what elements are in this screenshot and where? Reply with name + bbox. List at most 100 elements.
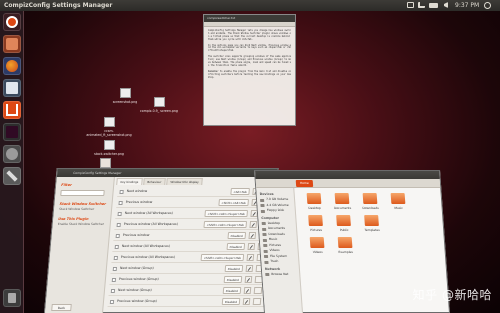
path-bar-home[interactable]: Home xyxy=(295,180,314,187)
edit-icon[interactable] xyxy=(244,276,253,283)
keybinding-value[interactable]: Disabled xyxy=(223,276,243,283)
filter-input[interactable] xyxy=(60,190,105,196)
desktop: CompizConfig Settings Manager 9:37 PM sc… xyxy=(0,0,500,313)
image-file-icon xyxy=(153,97,165,107)
image-file-icon xyxy=(99,158,111,168)
keybinding-checkbox[interactable] xyxy=(113,256,118,260)
keybinding-checkbox[interactable] xyxy=(114,245,119,249)
volume-icon[interactable] xyxy=(442,0,448,11)
folder-item[interactable]: Documents xyxy=(329,193,356,210)
keybinding-checkbox[interactable] xyxy=(115,234,120,238)
folder-icon xyxy=(362,193,378,204)
document-body[interactable]: CompizConfig Settings Manager lets you c… xyxy=(204,27,295,125)
tab-behaviour[interactable]: Behaviour xyxy=(143,178,166,185)
ccsm-tabs: Key bindings Behaviour Window title displa… xyxy=(116,178,204,185)
keybinding-value[interactable]: <Shift><Alt><Super>Tab xyxy=(204,210,249,217)
network-icon[interactable] xyxy=(418,0,425,11)
libreoffice-icon[interactable] xyxy=(3,79,21,97)
edit-icon[interactable] xyxy=(246,254,255,261)
ubuntu-one-icon[interactable] xyxy=(3,101,21,119)
desktop-file-icon[interactable]: compiz-0.9_ screen.png xyxy=(134,97,184,113)
top-panel: CompizConfig Settings Manager 9:37 PM xyxy=(0,0,500,11)
power-icon[interactable] xyxy=(484,0,491,11)
edit-icon[interactable] xyxy=(247,243,256,250)
keybinding-checkbox[interactable] xyxy=(118,201,123,205)
desktop-file-icon[interactable]: ccsm-animated_ft_screenshot.png xyxy=(84,117,134,137)
ccsm-window[interactable]: CompizConfig Settings Manager Filter Sta… xyxy=(44,168,279,313)
folder-item[interactable]: Templates xyxy=(358,215,385,232)
back-button[interactable]: Back xyxy=(51,304,72,311)
folder-item[interactable]: Desktop xyxy=(301,193,328,210)
keybinding-value[interactable]: Disabled xyxy=(226,243,246,250)
keybinding-row: Previous window (Group) Disabled xyxy=(109,274,269,285)
keybinding-row: Next window (All Workspaces) Disabled xyxy=(112,241,272,252)
keybinding-value[interactable]: <Alt>Tab xyxy=(230,188,250,195)
folder-item[interactable]: Videos xyxy=(304,237,331,254)
enable-plugin-checkbox[interactable]: Enable Stack Window Switcher xyxy=(58,222,105,226)
folder-item[interactable]: Pictures xyxy=(302,215,329,232)
desktop-file-icon[interactable]: stack-switcher.png xyxy=(84,140,134,156)
folder-icon xyxy=(337,237,353,248)
keybinding-checkbox[interactable] xyxy=(112,267,118,271)
edit-icon[interactable] xyxy=(248,232,257,239)
keybinding-checkbox[interactable] xyxy=(116,223,121,227)
sidebar-item[interactable]: Trash xyxy=(264,259,295,265)
keybinding-checkbox[interactable] xyxy=(119,190,124,194)
edit-icon[interactable] xyxy=(243,287,252,294)
places-sidebar: Devices 7.0 GB Volume 4.4 GB Volume Flop… xyxy=(256,188,304,313)
reset-button[interactable] xyxy=(252,298,262,305)
keybinding-row: Next window (Group) Disabled xyxy=(110,263,270,274)
tab-window-title-display[interactable]: Window title display xyxy=(166,178,204,185)
folder-item[interactable]: Downloads xyxy=(357,193,384,210)
plugin-subtitle: Stack Window Switcher xyxy=(58,207,95,211)
edit-icon[interactable] xyxy=(249,221,258,228)
dash-icon[interactable] xyxy=(3,13,21,31)
keybinding-checkbox[interactable] xyxy=(109,300,115,304)
folder-icon xyxy=(306,193,322,204)
filter-label: Filter xyxy=(61,183,72,187)
keybinding-value[interactable]: <Shift><Alt><Super>Tab xyxy=(203,221,248,228)
watermark: 知乎 @新哈哈 xyxy=(412,288,492,302)
home-folder-icon[interactable] xyxy=(3,35,21,53)
image-file-icon xyxy=(103,117,115,127)
tab-key-bindings[interactable]: Key bindings xyxy=(116,178,143,185)
folder-item[interactable]: Public xyxy=(330,215,357,232)
image-file-icon xyxy=(103,140,115,150)
keybinding-value[interactable]: Disabled xyxy=(224,265,244,272)
keybinding-checkbox[interactable] xyxy=(117,212,122,216)
edit-icon[interactable] xyxy=(245,265,254,272)
terminal-icon[interactable] xyxy=(3,123,21,141)
tools-icon[interactable] xyxy=(3,167,21,185)
clock[interactable]: 9:37 PM xyxy=(455,0,479,11)
edit-icon[interactable] xyxy=(242,298,251,305)
keybinding-value[interactable]: Disabled xyxy=(221,298,241,305)
system-settings-icon[interactable] xyxy=(3,145,21,163)
keybinding-row: Previous window (Group) Disabled xyxy=(107,296,267,307)
window-titlebar[interactable]: compizswitcher.txt xyxy=(204,15,295,22)
folder-item[interactable]: Music xyxy=(385,193,412,210)
text-editor-window[interactable]: compizswitcher.txt CompizConfig Settings… xyxy=(203,14,296,126)
keybinding-checkbox[interactable] xyxy=(111,278,117,282)
folder-item[interactable]: Examples xyxy=(332,237,359,254)
keybinding-value[interactable]: Disabled xyxy=(222,287,242,294)
trash-icon[interactable] xyxy=(3,289,21,307)
keybinding-row: Previous window Disabled xyxy=(113,230,273,241)
sidebar-item[interactable]: Browse Net xyxy=(265,272,296,278)
keybinding-row: Next window (All Workspaces) <Shift><Alt>… xyxy=(115,208,275,219)
sidebar-item[interactable]: Floppy Disk xyxy=(261,208,292,214)
launcher xyxy=(0,11,24,313)
folder-icon xyxy=(309,237,325,248)
firefox-icon[interactable] xyxy=(3,57,21,75)
keybinding-value[interactable]: <Shift><Alt>Tab xyxy=(218,199,249,206)
keybinding-value[interactable]: Disabled xyxy=(227,232,247,239)
keybinding-checkbox[interactable] xyxy=(110,289,116,293)
mail-icon[interactable] xyxy=(407,0,414,11)
keybinding-value[interactable]: <Shift><Alt><Super>Tab xyxy=(200,254,245,261)
keybinding-row: Previous window <Shift><Alt>Tab xyxy=(116,197,276,208)
battery-icon[interactable] xyxy=(429,0,438,11)
window-titlebar[interactable]: CompizConfig Settings Manager xyxy=(56,169,278,177)
reset-button[interactable] xyxy=(253,287,263,294)
keybinding-list: Next window <Alt>Tab Previous window <Shif… xyxy=(107,186,277,307)
folder-icon xyxy=(334,193,350,204)
window-titlebar[interactable] xyxy=(255,171,440,179)
